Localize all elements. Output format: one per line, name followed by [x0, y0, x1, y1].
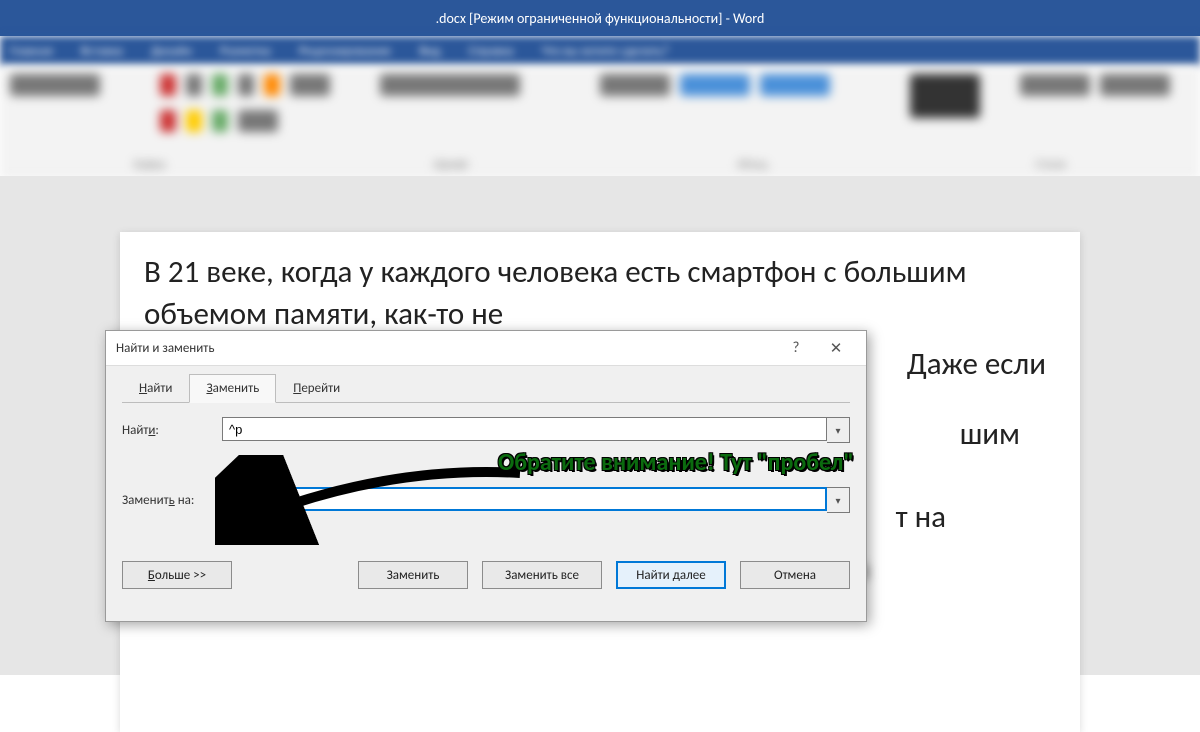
replace-button[interactable]: Заменить — [358, 561, 468, 589]
replace-input[interactable] — [222, 487, 827, 511]
ribbon-group-label: Буфер — [134, 158, 166, 172]
dialog-title-bar[interactable]: Найти и заменить ? ✕ — [106, 331, 866, 366]
menu-item[interactable]: Что вы хотите сделать? — [542, 44, 669, 59]
tab-replace[interactable]: Заменить — [189, 374, 276, 403]
ribbon-group-label: Абзац — [737, 158, 768, 172]
help-button[interactable]: ? — [776, 331, 816, 365]
menu-bar: Главная Вставка Дизайн Разметка Рецензир… — [0, 36, 1200, 66]
replace-label: Заменить на: — [122, 493, 222, 508]
menu-item[interactable]: Вид — [419, 44, 440, 59]
find-input[interactable] — [222, 417, 827, 441]
document-text: В 21 веке, когда у каждого человека есть… — [144, 252, 1056, 336]
replace-dropdown[interactable]: ▾ — [827, 487, 850, 513]
dialog-tabs: Найти Заменить Перейти — [122, 374, 850, 403]
dialog-title: Найти и заменить — [116, 341, 214, 356]
tab-find[interactable]: Найти — [122, 374, 189, 403]
menu-item[interactable]: Рецензирование — [299, 44, 391, 59]
menu-item[interactable]: Главная — [10, 44, 53, 59]
close-button[interactable]: ✕ — [816, 331, 856, 365]
tab-goto[interactable]: Перейти — [276, 374, 357, 403]
window-title: .docx [Режим ограниченной функциональнос… — [436, 10, 765, 27]
ribbon-group-label: Шрифт — [434, 158, 469, 172]
find-label: Найти: — [122, 423, 222, 438]
menu-item[interactable]: Справка — [469, 44, 514, 59]
ribbon-group-label: Стили — [1036, 158, 1066, 172]
menu-item[interactable]: Дизайн — [151, 44, 192, 59]
more-button[interactable]: Больше >> — [122, 561, 232, 589]
menu-item[interactable]: Разметка — [220, 44, 271, 59]
menu-item[interactable]: Вставка — [81, 44, 123, 59]
replace-all-button[interactable]: Заменить все — [482, 561, 602, 589]
find-replace-dialog: Найти и заменить ? ✕ Найти Заменить Пере… — [105, 330, 867, 622]
ribbon: Буфер Шрифт Абзац Стили — [0, 66, 1200, 177]
find-dropdown[interactable]: ▾ — [827, 417, 850, 443]
find-next-button[interactable]: Найти далее — [616, 561, 726, 589]
cancel-button[interactable]: Отмена — [740, 561, 850, 589]
title-bar: .docx [Режим ограниченной функциональнос… — [0, 0, 1200, 36]
